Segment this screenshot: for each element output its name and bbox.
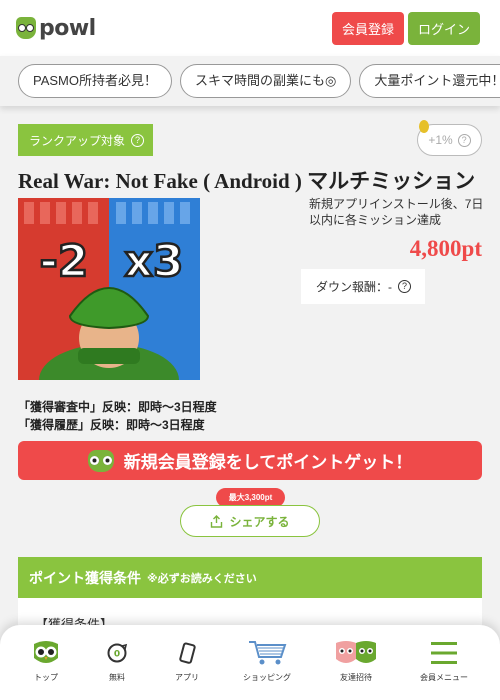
pending-reflect-line: 「獲得審査中」反映：即時～3日程度	[18, 400, 217, 414]
history-reflect-line: 「獲得履歴」反映：即時～3日程度	[18, 418, 205, 432]
register-button[interactable]: 会員登録	[331, 11, 404, 45]
cart-icon	[247, 638, 287, 668]
rank-up-tag[interactable]: ランクアップ対象 ?	[18, 124, 153, 156]
section-note: ※必ずお読みください	[147, 572, 257, 585]
help-icon[interactable]: ?	[457, 133, 471, 147]
share-label: シェアする	[229, 514, 290, 529]
banner-times-three: x3	[125, 236, 184, 287]
nav-top[interactable]: トップ	[16, 638, 76, 683]
cta-label: 新規会員登録をしてポイントゲット！	[123, 453, 413, 472]
header-buttons: 会員登録 ログイン	[331, 11, 480, 45]
free-coin-icon: 0	[106, 638, 128, 668]
invite-friends-icon	[334, 638, 378, 668]
nav-shopping-label: ショッピング	[243, 673, 291, 682]
nav-shopping[interactable]: ショッピング	[237, 638, 297, 683]
owl-icon	[31, 638, 61, 668]
offer-condition: 新規アプリインストール後、7日以内に各ミッション達成	[309, 197, 484, 227]
down-reward-label: ダウン報酬：-	[316, 280, 392, 294]
rate-label: +1%	[428, 133, 453, 147]
section-title: ポイント獲得条件	[29, 569, 141, 586]
smartphone-icon	[176, 638, 198, 668]
chip-big-points[interactable]: 大量ポイント還元中！	[359, 64, 500, 98]
share-icon	[211, 514, 223, 528]
owl-icon	[87, 449, 114, 472]
category-chip-bar: PASMO所持者必見！ スキマ時間の副業にも◎ 大量ポイント還元中！	[0, 56, 500, 106]
point-conditions-header: ポイント獲得条件 ※必ずお読みください	[18, 557, 482, 598]
hamburger-menu-icon	[431, 638, 457, 668]
site-header: powl 会員登録 ログイン	[0, 0, 500, 56]
coin-icon	[419, 120, 429, 133]
app-banner-image: -2 x3	[18, 198, 200, 380]
nav-app[interactable]: アプリ	[157, 638, 217, 683]
share-button[interactable]: シェアする	[180, 505, 320, 537]
powl-logo[interactable]: powl	[16, 16, 96, 41]
nav-top-label: トップ	[34, 673, 58, 682]
help-icon[interactable]: ?	[131, 133, 145, 147]
nav-free-label: 無料	[109, 673, 125, 682]
nav-member-menu[interactable]: 会員メニュー	[414, 638, 474, 683]
signup-cta-button[interactable]: 新規会員登録をしてポイントゲット！	[18, 441, 482, 480]
offer-title: Real War: Not Fake ( Android ) マルチミッション	[18, 169, 476, 193]
offer-points: 4,800pt	[409, 236, 482, 261]
nav-invite[interactable]: 友達招待	[326, 638, 386, 683]
login-button[interactable]: ログイン	[407, 11, 480, 45]
bottom-navigation: トップ 0 無料 アプリ ショッピング 友達招待 会員メニュー	[0, 625, 500, 700]
rank-up-label: ランクアップ対象	[29, 133, 126, 148]
chip-pasmo[interactable]: PASMO所持者必見！	[18, 64, 172, 98]
chip-side-job[interactable]: スキマ時間の副業にも◎	[180, 64, 352, 98]
reflect-timing: 「獲得審査中」反映：即時～3日程度 「獲得履歴」反映：即時～3日程度	[18, 398, 217, 434]
nav-member-menu-label: 会員メニュー	[420, 673, 468, 682]
help-icon[interactable]: ?	[398, 280, 411, 293]
banner-minus-two: -2	[40, 236, 89, 287]
nav-free[interactable]: 0 無料	[87, 638, 147, 683]
svg-text:0: 0	[114, 650, 120, 660]
logo-text: powl	[39, 15, 96, 41]
nav-invite-label: 友達招待	[340, 673, 372, 682]
down-reward[interactable]: ダウン報酬：- ?	[301, 269, 425, 304]
nav-app-label: アプリ	[175, 673, 199, 682]
owl-logo-icon	[16, 17, 36, 39]
